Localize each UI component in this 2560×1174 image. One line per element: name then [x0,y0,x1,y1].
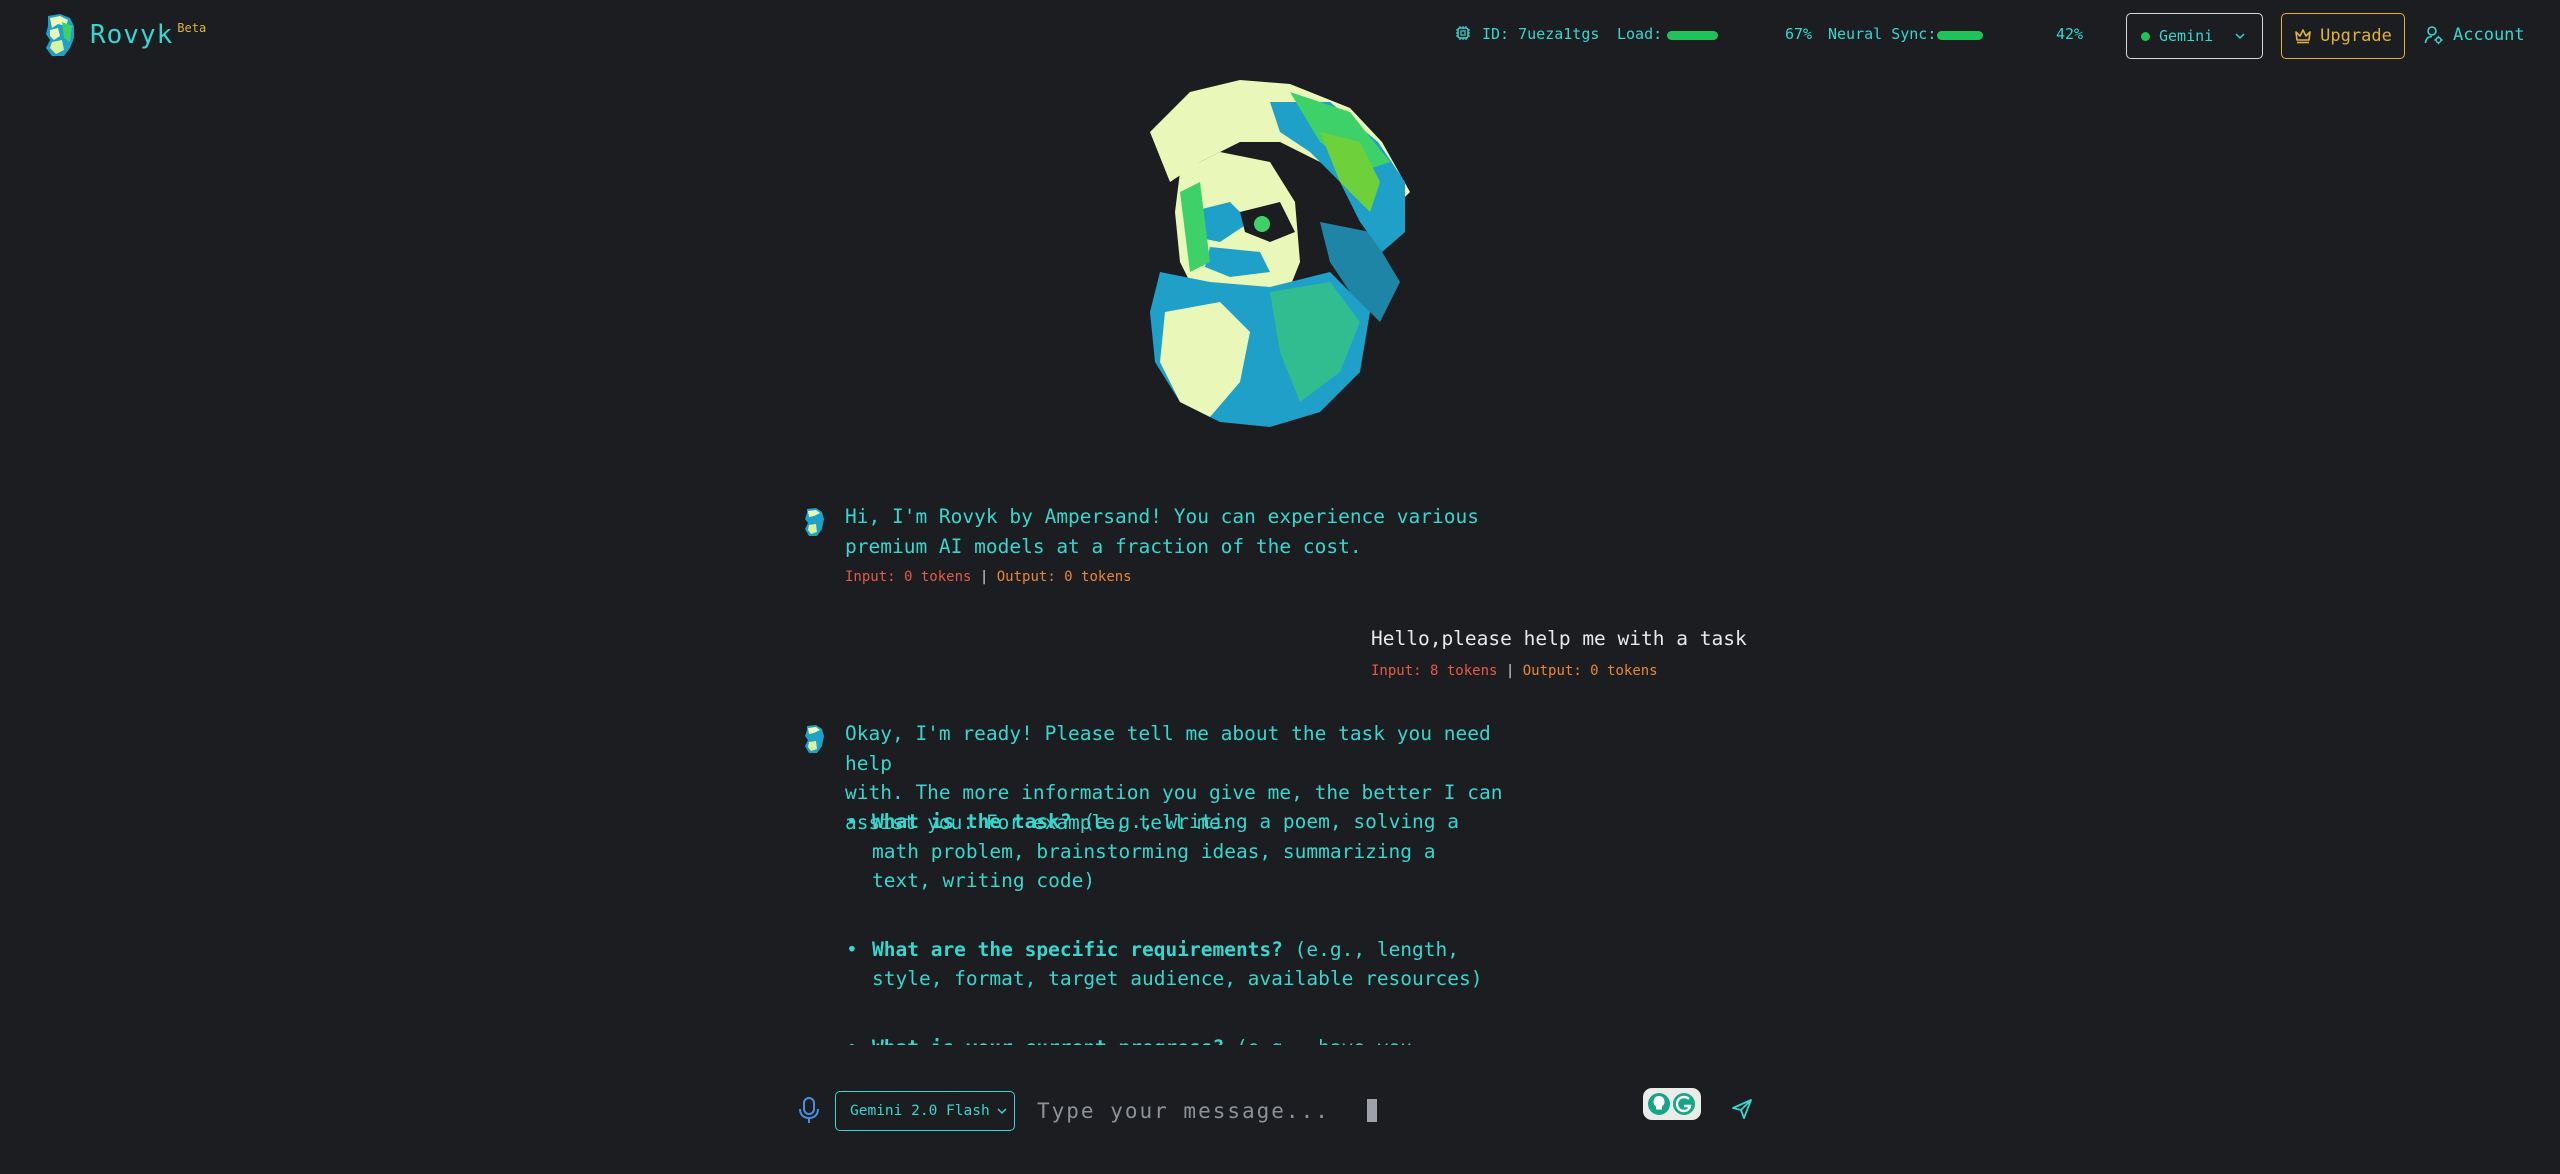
list-item: What is your current progress? (e.g., ha… [845,1033,1495,1046]
cpu-icon [1456,26,1470,40]
text-cursor [1367,1099,1377,1122]
crown-icon [2295,29,2311,44]
rovyk-portrait-image [1150,80,1410,427]
rovyk-logo-icon [46,14,74,56]
message-input[interactable] [1035,1091,1595,1131]
upgrade-button[interactable]: Upgrade [2281,13,2405,59]
user-settings-icon [2424,26,2443,45]
message-line: Hi, I'm Rovyk by Ampersand! You can expe… [845,505,1479,528]
token-separator: | [979,569,989,585]
account-button[interactable]: Account [2424,20,2525,50]
neural-sync-bar-fill [1937,31,1984,40]
microphone-icon[interactable] [794,1095,824,1125]
token-usage: Input: 0 tokens | Output: 0 tokens [845,569,1132,585]
output-tokens: Output: 0 tokens [996,569,1132,585]
list-item: What is the task? (e.g., writing a poem,… [845,807,1495,896]
input-tokens: Input: 8 tokens [1371,663,1498,679]
list-item-heading: What is the task? [872,810,1072,833]
list-item-heading: What is your current progress? [872,1036,1224,1046]
chevron-down-icon [997,1108,1007,1115]
session-id: ID: 7ueza1tgs [1482,25,1600,43]
message-line: Okay, I'm ready! Please tell me about th… [845,722,1491,775]
suggestion-list: What is the task? (e.g., writing a poem,… [845,807,1495,1045]
list-item-heading: What are the specific requirements? [872,937,1283,961]
user-message: Hello,please help me with a task [1371,627,1747,650]
beta-badge: Beta [177,21,207,35]
message-composer: Gemini 2.0 Flash [790,1085,1760,1135]
neural-sync-value: 42% [2056,25,2084,43]
grammarly-icon[interactable] [1642,1087,1702,1121]
assistant-message: Hi, I'm Rovyk by Ampersand! You can expe… [845,502,1545,561]
model-selector-label: Gemini 2.0 Flash [850,1103,990,1119]
send-icon[interactable] [1730,1097,1754,1121]
top-header: Rovyk Beta ID: 7ueza1tgs Load: 67% Neura… [0,0,2560,70]
brand-name: Rovyk [90,20,174,50]
list-item: What are the specific requirements? (e.g… [845,935,1495,994]
load-bar [1667,31,1743,40]
load-label: Load: [1617,25,1663,43]
neural-sync-bar [1937,31,2047,40]
model-provider-select[interactable]: Gemini [2126,13,2263,59]
assistant-avatar [805,725,824,753]
chevron-down-icon [2235,33,2245,40]
account-label: Account [2453,25,2525,45]
neural-sync-label: Neural Sync: [1828,25,1937,43]
load-bar-fill [1667,31,1718,40]
output-tokens: Output: 0 tokens [1522,663,1658,679]
upgrade-label: Upgrade [2320,26,2392,46]
model-selector-button[interactable]: Gemini 2.0 Flash [835,1091,1015,1131]
assistant-avatar [805,508,824,536]
load-value: 67% [1785,25,1813,43]
status-dot [2141,31,2150,41]
input-tokens: Input: 0 tokens [845,569,972,585]
message-line: premium AI models at a fraction of the c… [845,534,1362,558]
brand[interactable]: Rovyk Beta [40,12,206,58]
message-line: with. The more information you give me, … [845,781,1503,804]
model-provider-value: Gemini [2159,27,2214,45]
token-separator: | [1505,663,1515,679]
chat-transcript[interactable]: Hi, I'm Rovyk by Ampersand! You can expe… [795,480,1765,1045]
token-usage: Input: 8 tokens | Output: 0 tokens [1371,663,1658,679]
